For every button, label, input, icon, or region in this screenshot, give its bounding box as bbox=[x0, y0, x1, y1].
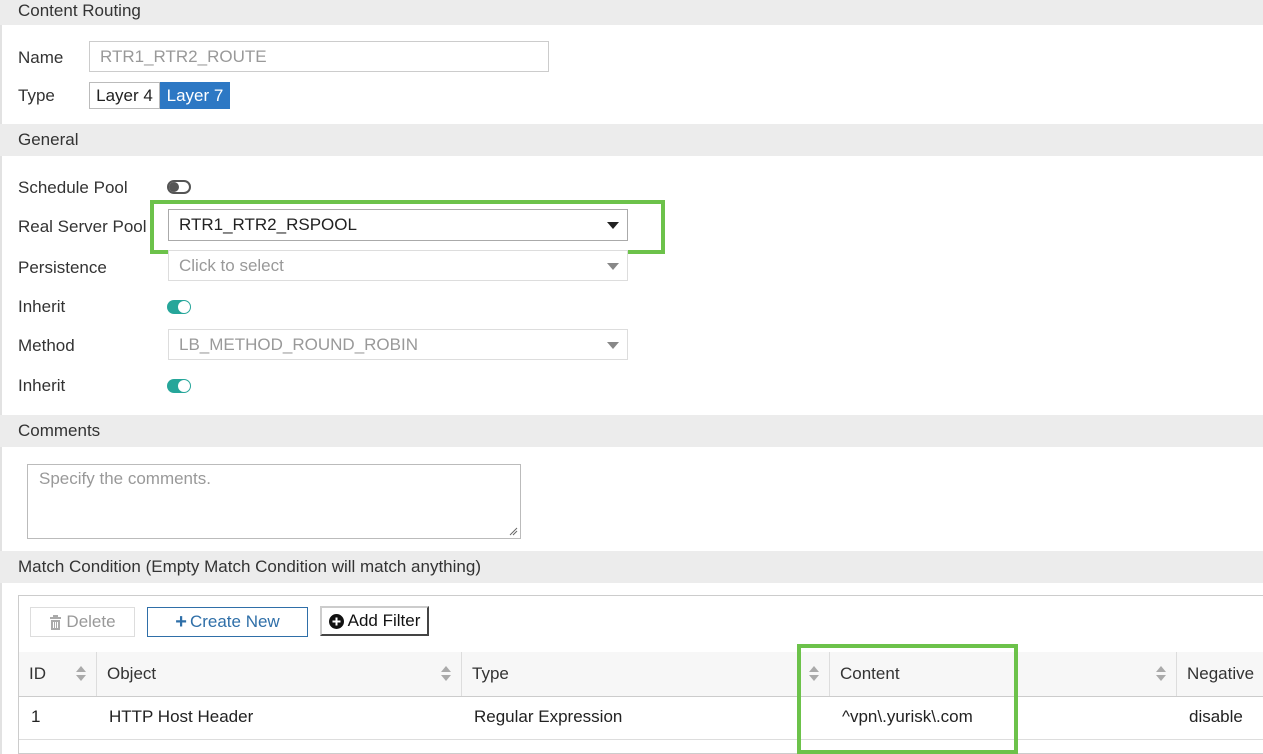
cell-negative: disable bbox=[1189, 707, 1243, 726]
schedule-pool-label: Schedule Pool bbox=[18, 178, 128, 197]
plus-icon: + bbox=[175, 611, 187, 633]
method-label: Method bbox=[18, 336, 75, 355]
comments-placeholder: Specify the comments. bbox=[39, 469, 211, 488]
inherit-label: Inherit bbox=[18, 297, 66, 316]
cell-object: HTTP Host Header bbox=[109, 707, 254, 726]
persistence-label: Persistence bbox=[18, 258, 107, 277]
column-header-label: ID bbox=[29, 664, 46, 683]
type-layer4-option[interactable]: Layer 4 bbox=[89, 82, 160, 109]
column-header-object[interactable]: Object bbox=[97, 652, 462, 696]
create-new-button-label: Create New bbox=[189, 612, 280, 631]
sort-icon[interactable] bbox=[76, 666, 86, 682]
type-label: Type bbox=[18, 86, 55, 105]
highlight-box-content-column bbox=[797, 644, 1018, 754]
section-title: Match Condition (Empty Match Condition w… bbox=[18, 557, 481, 576]
column-header-type[interactable]: Type bbox=[462, 652, 830, 696]
delete-button-label: Delete bbox=[66, 612, 116, 631]
section-header-match-condition: Match Condition (Empty Match Condition w… bbox=[0, 551, 1263, 583]
persistence-placeholder: Click to select bbox=[179, 255, 284, 275]
section-title: Content Routing bbox=[18, 1, 141, 20]
name-input[interactable]: RTR1_RTR2_ROUTE bbox=[89, 41, 549, 72]
add-filter-button-label: Add Filter bbox=[347, 611, 421, 630]
method-value: LB_METHOD_ROUND_ROBIN bbox=[179, 334, 418, 354]
resize-handle-icon[interactable] bbox=[509, 527, 518, 536]
name-label: Name bbox=[18, 48, 64, 67]
left-border bbox=[0, 0, 2, 754]
schedule-pool-toggle[interactable] bbox=[167, 180, 191, 194]
section-header-comments: Comments bbox=[0, 415, 1263, 447]
highlight-box-real-server-pool bbox=[150, 200, 665, 254]
sort-icon[interactable] bbox=[1156, 666, 1166, 682]
column-header-label: Object bbox=[107, 664, 157, 683]
trash-icon bbox=[50, 614, 62, 630]
chevron-down-icon bbox=[607, 342, 619, 349]
method-select[interactable]: LB_METHOD_ROUND_ROBIN bbox=[168, 329, 628, 360]
persistence-select[interactable]: Click to select bbox=[168, 250, 628, 281]
section-header-content-routing: Content Routing bbox=[0, 0, 1263, 25]
real-server-pool-label: Real Server Pool bbox=[18, 217, 147, 236]
section-title: General bbox=[18, 130, 79, 149]
column-header-label: Negative bbox=[1187, 664, 1255, 683]
inherit-method-toggle[interactable] bbox=[167, 379, 191, 393]
column-header-label: Type bbox=[472, 664, 509, 683]
inherit-label: Inherit bbox=[18, 376, 66, 395]
plus-circle-icon bbox=[328, 613, 344, 629]
comments-textarea[interactable]: Specify the comments. bbox=[27, 464, 521, 539]
section-title: Comments bbox=[18, 421, 101, 440]
column-header-id[interactable]: ID bbox=[19, 652, 97, 696]
table-divider bbox=[19, 739, 1263, 740]
add-filter-button[interactable]: Add Filter bbox=[320, 606, 429, 636]
section-header-general: General bbox=[0, 124, 1263, 156]
cell-type: Regular Expression bbox=[474, 707, 623, 726]
cell-id: 1 bbox=[31, 707, 41, 726]
table-row[interactable]: 1 HTTP Host Header Regular Expression ^v… bbox=[19, 697, 1263, 739]
delete-button[interactable]: Delete bbox=[30, 607, 135, 637]
inherit-persistence-toggle[interactable] bbox=[167, 300, 191, 314]
sort-icon[interactable] bbox=[441, 666, 451, 682]
create-new-button[interactable]: + Create New bbox=[147, 607, 308, 637]
column-header-negative[interactable]: Negative bbox=[1177, 652, 1263, 696]
type-layer7-option[interactable]: Layer 7 bbox=[160, 82, 230, 109]
name-input-value: RTR1_RTR2_ROUTE bbox=[100, 46, 267, 66]
chevron-down-icon bbox=[607, 263, 619, 270]
